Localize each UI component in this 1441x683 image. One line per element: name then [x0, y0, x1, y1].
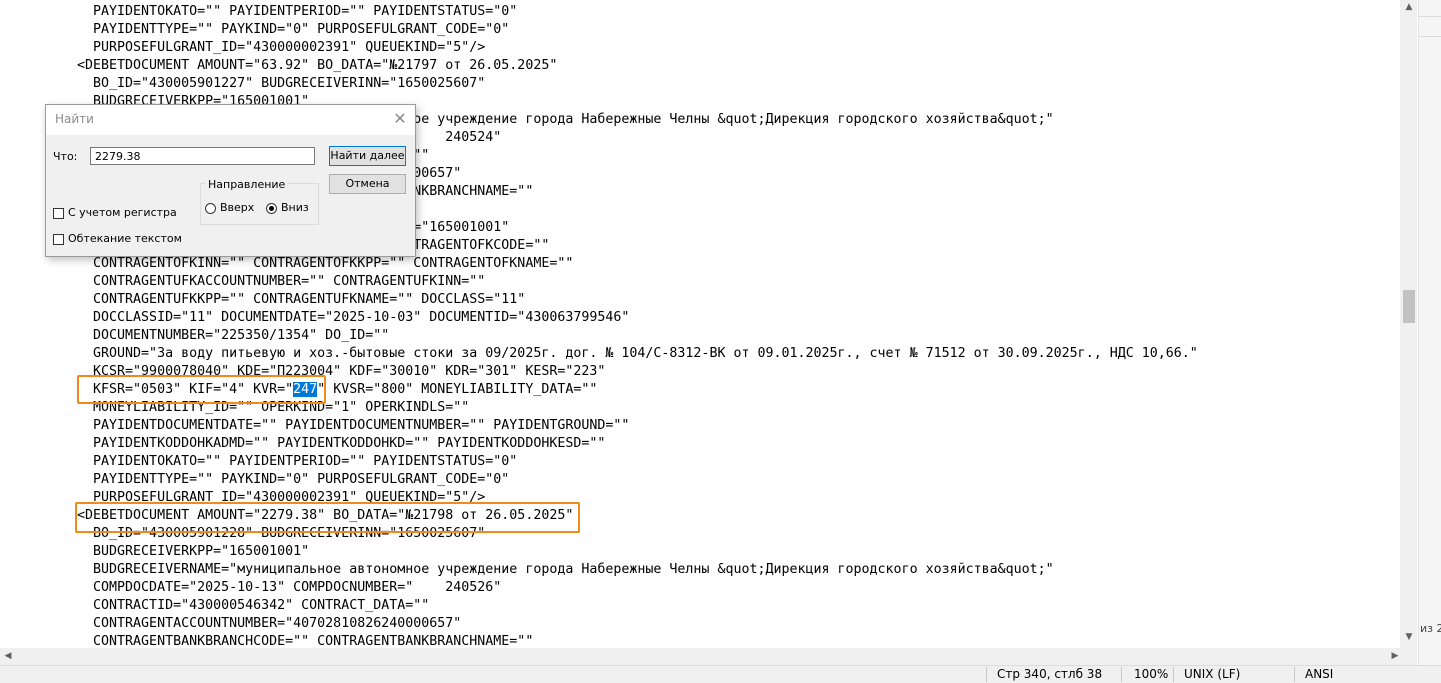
vertical-scroll-thumb[interactable] [1403, 290, 1415, 323]
code-line: PAYIDENTKODDOHKADMD="" PAYIDENTKODDOHKD=… [61, 436, 606, 451]
wrap-around-checkbox[interactable] [53, 234, 64, 245]
panel-divider [1418, 36, 1441, 37]
scroll-up-icon[interactable]: ▲ [1403, 0, 1415, 14]
line-ending: UNIX (LF) [1184, 667, 1241, 681]
code-line: CONTRAGENTOFKINN="" CONTRAGENTOFKKPP="" … [61, 256, 574, 271]
status-divider [1121, 667, 1122, 682]
encoding: ANSI [1305, 667, 1334, 681]
code-line: CONTRAGENTUFKKPP="" CONTRAGENTUFKNAME=""… [61, 292, 526, 307]
code-line: BUDGRECEIVERNAME="муниципальное автономн… [61, 562, 1054, 577]
direction-down-label: Вниз [281, 201, 309, 214]
code-line: COMPDOCDATE="2025-10-13" COMPDOCNUMBER="… [61, 580, 502, 595]
horizontal-scrollbar[interactable] [0, 648, 1417, 665]
status-divider [1294, 667, 1295, 682]
status-divider [986, 667, 987, 682]
code-line: BUDGRECEIVERKPP="165001001" [61, 544, 310, 559]
direction-down-radio[interactable] [266, 203, 277, 214]
close-icon[interactable]: ✕ [390, 109, 410, 129]
code-line: DOCUMENTNUMBER="225350/1354" DO_ID="" [61, 328, 390, 343]
kvr-highlight-box [77, 375, 326, 404]
scroll-right-icon[interactable]: ▶ [1389, 648, 1401, 665]
find-dialog: Найти ✕ Что: 2279.38 Найти далее Отмена … [45, 104, 416, 257]
direction-up-label: Вверх [220, 201, 255, 214]
code-line: PAYIDENTOKATO="" PAYIDENTPERIOD="" PAYID… [61, 454, 518, 469]
code-line: PURPOSEFULGRANT_ID="430000002391" QUEUEK… [61, 40, 486, 55]
code-line: PAYIDENTOKATO="" PAYIDENTPERIOD="" PAYID… [61, 4, 518, 19]
code-line: CONTRAGENTUFKACCOUNTNUMBER="" CONTRAGENT… [61, 274, 486, 289]
dialog-title: Найти [55, 112, 94, 126]
status-divider [1173, 667, 1174, 682]
code-line: BO_ID="430005901227" BUDGRECEIVERINN="16… [61, 76, 486, 91]
kvr-suffix: " KVSR="800" MONEYLIABILITY_DATA="" [317, 382, 598, 397]
vertical-scrollbar[interactable] [1400, 0, 1417, 648]
status-bar: Стр 340, стлб 38 100% UNIX (LF) ANSI [0, 665, 1441, 683]
scroll-left-icon[interactable]: ◀ [2, 648, 14, 665]
debet-document-highlight-box [75, 502, 580, 533]
scroll-down-icon[interactable]: ▼ [1403, 630, 1415, 644]
code-line: PAYIDENTTYPE="" PAYKIND="0" PURPOSEFULGR… [61, 472, 510, 487]
dialog-titlebar[interactable]: Найти ✕ [46, 105, 415, 135]
text-editor-area[interactable]: PAYIDENTOKATO="" PAYIDENTPERIOD="" PAYID… [0, 0, 1400, 648]
cancel-button[interactable]: Отмена [329, 174, 406, 194]
code-line: CONTRACTID="430000546342" CONTRACT_DATA=… [61, 598, 430, 613]
code-line: PAYIDENTTYPE="" PAYKIND="0" PURPOSEFULGR… [61, 22, 510, 37]
code-line: PAYIDENTDOCUMENTDATE="" PAYIDENTDOCUMENT… [61, 418, 630, 433]
find-next-button[interactable]: Найти далее [329, 146, 406, 166]
what-label: Что: [53, 150, 78, 163]
code-line: CONTRAGENTACCOUNTNUMBER="407028108262400… [61, 616, 462, 631]
cursor-position: Стр 340, стлб 38 [997, 667, 1103, 681]
code-line: GROUND="За воду питьевую и хоз.-бытовые … [61, 346, 1198, 361]
search-input[interactable]: 2279.38 [90, 147, 315, 165]
panel-divider [1418, 16, 1441, 17]
direction-label: Направление [206, 178, 288, 191]
code-line: <DEBETDOCUMENT AMOUNT="63.92" BO_DATA="№… [61, 58, 558, 73]
match-case-label: С учетом регистра [68, 206, 177, 219]
code-line: DOCCLASSID="11" DOCUMENTDATE="2025-10-03… [61, 310, 630, 325]
zoom-level: 100% [1134, 667, 1169, 681]
panel-partial-text: из 2 [1420, 622, 1441, 635]
match-case-checkbox[interactable] [53, 208, 64, 219]
right-side-panel [1418, 0, 1441, 665]
direction-up-radio[interactable] [205, 203, 216, 214]
code-line: CONTRAGENTBANKBRANCHCODE="" CONTRAGENTBA… [61, 634, 534, 648]
wrap-around-label: Обтекание текстом [68, 232, 182, 245]
